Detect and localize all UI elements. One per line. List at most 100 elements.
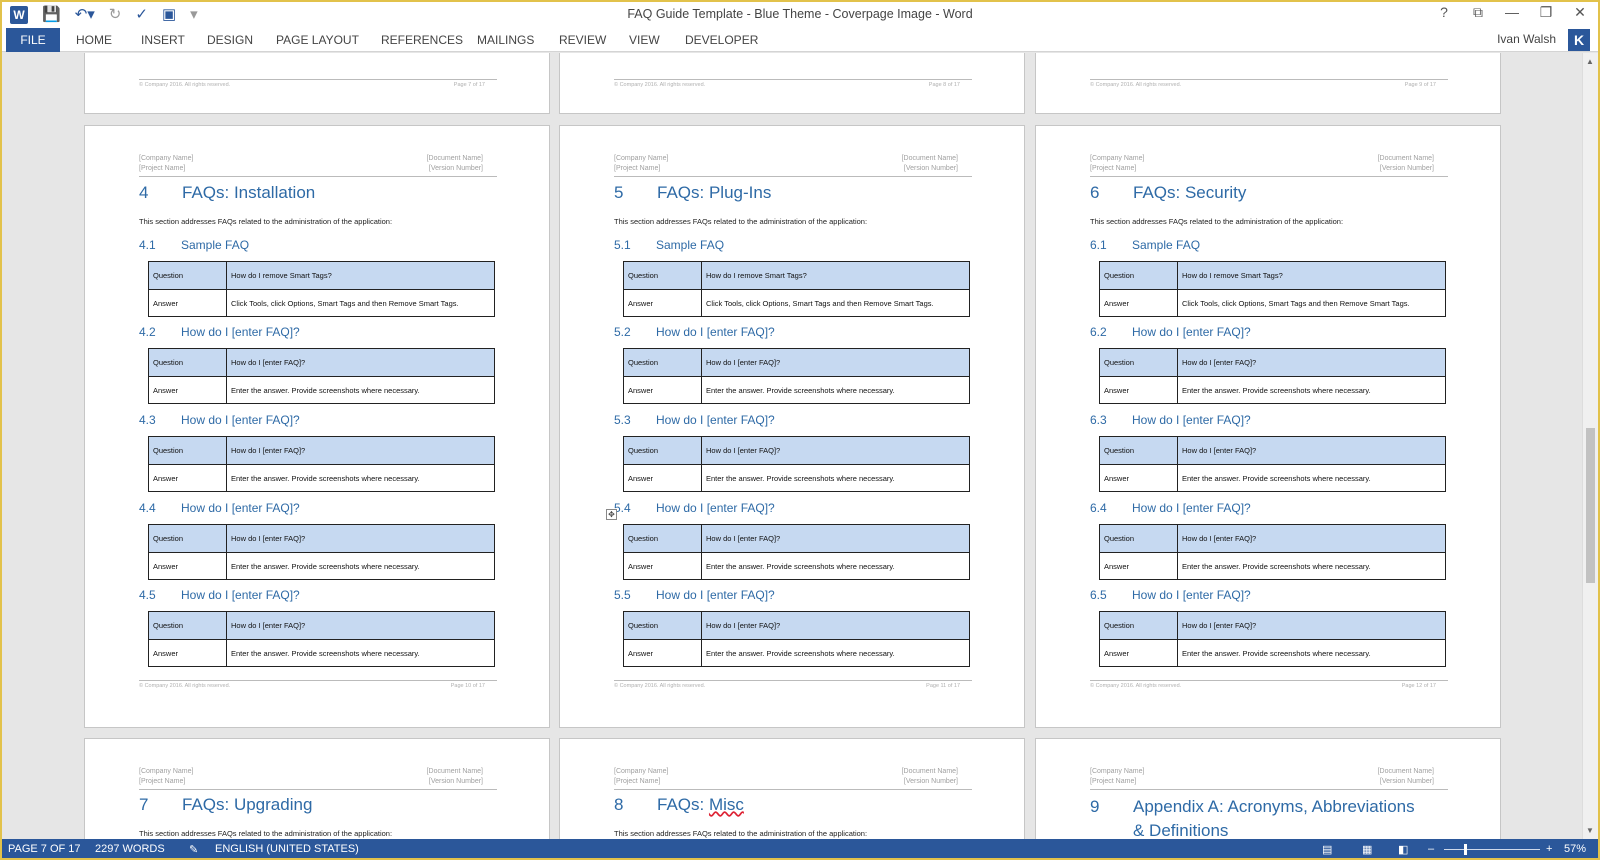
answer-row[interactable]: Answer Enter the answer. Provide screensh…	[149, 639, 494, 666]
faq-table[interactable]: Question How do I [enter FAQ]? Answer Enter…	[623, 436, 970, 492]
tab-insert[interactable]: INSERT	[141, 33, 185, 47]
question-row[interactable]: Question How do I [enter FAQ]?	[624, 525, 969, 552]
section-intro[interactable]: This section addresses FAQs related to t…	[1090, 217, 1343, 226]
faq-table[interactable]: Question How do I [enter FAQ]? Answer Enter…	[148, 348, 495, 404]
question-label[interactable]: Question	[149, 349, 227, 376]
faq-table[interactable]: Question How do I [enter FAQ]? Answer Enter…	[1099, 611, 1446, 667]
question-label[interactable]: Question	[149, 612, 227, 639]
faq-table[interactable]: Question How do I remove Smart Tags? Answe…	[623, 261, 970, 317]
answer-row[interactable]: Answer Enter the answer. Provide screensh…	[1100, 376, 1445, 403]
answer-label[interactable]: Answer	[1100, 377, 1178, 403]
question-label[interactable]: Question	[149, 437, 227, 464]
question-text[interactable]: How do I [enter FAQ]?	[702, 349, 969, 376]
answer-row[interactable]: Answer Click Tools, click Options, Smart …	[624, 289, 969, 316]
answer-label[interactable]: Answer	[624, 377, 702, 403]
question-text[interactable]: How do I [enter FAQ]?	[702, 437, 969, 464]
answer-label[interactable]: Answer	[149, 377, 227, 403]
answer-label[interactable]: Answer	[624, 290, 702, 316]
read-mode-icon[interactable]: ▤	[1322, 843, 1332, 856]
zoom-level[interactable]: 57%	[1564, 843, 1586, 855]
answer-label[interactable]: Answer	[149, 465, 227, 491]
answer-label[interactable]: Answer	[149, 640, 227, 666]
question-label[interactable]: Question	[1100, 349, 1178, 376]
answer-label[interactable]: Answer	[624, 640, 702, 666]
document-area[interactable]: © Company 2016. All rights reserved. Pag…	[2, 53, 1582, 839]
section-intro[interactable]: This section addresses FAQs related to t…	[614, 217, 867, 226]
answer-text[interactable]: Enter the answer. Provide screenshots wh…	[1178, 377, 1445, 403]
language-indicator[interactable]: ENGLISH (UNITED STATES)	[215, 843, 359, 855]
question-row[interactable]: Question How do I [enter FAQ]?	[624, 612, 969, 639]
section-heading[interactable]: 8 FAQs: Misc	[614, 795, 744, 815]
question-row[interactable]: Question How do I [enter FAQ]?	[1100, 525, 1445, 552]
scroll-down-icon[interactable]: ▼	[1586, 826, 1594, 835]
section-intro[interactable]: This section addresses FAQs related to t…	[614, 829, 867, 838]
faq-table[interactable]: Question How do I [enter FAQ]? Answer Enter…	[1099, 436, 1446, 492]
answer-label[interactable]: Answer	[1100, 465, 1178, 491]
faq-table[interactable]: Question How do I [enter FAQ]? Answer Enter…	[1099, 348, 1446, 404]
zoom-slider-thumb[interactable]	[1464, 844, 1467, 855]
close-icon[interactable]: ✕	[1570, 4, 1590, 21]
section-heading[interactable]: 7 FAQs: Upgrading	[139, 795, 312, 815]
faq-table[interactable]: Question How do I [enter FAQ]? Answer Enter…	[148, 611, 495, 667]
answer-label[interactable]: Answer	[624, 553, 702, 579]
faq-table[interactable]: Question How do I [enter FAQ]? Answer Enter…	[148, 524, 495, 580]
tab-view[interactable]: VIEW	[629, 33, 660, 47]
question-text[interactable]: How do I [enter FAQ]?	[227, 612, 494, 639]
question-text[interactable]: How do I [enter FAQ]?	[1178, 349, 1445, 376]
answer-row[interactable]: Answer Click Tools, click Options, Smart …	[149, 289, 494, 316]
answer-label[interactable]: Answer	[149, 553, 227, 579]
answer-row[interactable]: Answer Enter the answer. Provide screensh…	[149, 376, 494, 403]
question-text[interactable]: How do I remove Smart Tags?	[227, 262, 494, 289]
question-row[interactable]: Question How do I remove Smart Tags?	[624, 262, 969, 289]
tab-file[interactable]: FILE	[6, 28, 60, 52]
answer-text[interactable]: Enter the answer. Provide screenshots wh…	[702, 640, 969, 666]
section-heading[interactable]: 5 FAQs: Plug-Ins	[614, 183, 771, 203]
question-row[interactable]: Question How do I remove Smart Tags?	[1100, 262, 1445, 289]
question-text[interactable]: How do I remove Smart Tags?	[702, 262, 969, 289]
word-count[interactable]: 2297 WORDS	[95, 843, 165, 855]
question-label[interactable]: Question	[1100, 612, 1178, 639]
answer-row[interactable]: Answer Enter the answer. Provide screensh…	[624, 376, 969, 403]
answer-text[interactable]: Enter the answer. Provide screenshots wh…	[227, 553, 494, 579]
section-intro[interactable]: This section addresses FAQs related to t…	[139, 217, 392, 226]
subsection-heading[interactable]: 5.4 How do I [enter FAQ]?	[614, 501, 775, 515]
subsection-heading[interactable]: 4.2 How do I [enter FAQ]?	[139, 325, 300, 339]
answer-text[interactable]: Enter the answer. Provide screenshots wh…	[227, 377, 494, 403]
zoom-out-icon[interactable]: –	[1428, 843, 1434, 855]
subsection-heading[interactable]: 4.5 How do I [enter FAQ]?	[139, 588, 300, 602]
tab-mailings[interactable]: MAILINGS	[477, 33, 534, 47]
tab-review[interactable]: REVIEW	[559, 33, 606, 47]
section-heading[interactable]: 9 Appendix A: Acronyms, Abbreviations & De…	[1090, 795, 1415, 839]
avatar[interactable]: K	[1568, 29, 1590, 51]
ribbon-display-icon[interactable]: ⧉	[1468, 4, 1488, 21]
answer-label[interactable]: Answer	[149, 290, 227, 316]
question-row[interactable]: Question How do I [enter FAQ]?	[149, 349, 494, 376]
question-label[interactable]: Question	[1100, 437, 1178, 464]
section-heading[interactable]: 6 FAQs: Security	[1090, 183, 1246, 203]
question-text[interactable]: How do I [enter FAQ]?	[227, 437, 494, 464]
subsection-heading[interactable]: 5.3 How do I [enter FAQ]?	[614, 413, 775, 427]
answer-text[interactable]: Click Tools, click Options, Smart Tags a…	[1178, 290, 1445, 316]
page-indicator[interactable]: PAGE 7 OF 17	[8, 843, 81, 855]
subsection-heading[interactable]: 4.4 How do I [enter FAQ]?	[139, 501, 300, 515]
answer-text[interactable]: Enter the answer. Provide screenshots wh…	[702, 553, 969, 579]
subsection-heading[interactable]: 6.2 How do I [enter FAQ]?	[1090, 325, 1251, 339]
subsection-heading[interactable]: 6.4 How do I [enter FAQ]?	[1090, 501, 1251, 515]
answer-text[interactable]: Enter the answer. Provide screenshots wh…	[227, 640, 494, 666]
question-row[interactable]: Question How do I [enter FAQ]?	[1100, 437, 1445, 464]
zoom-in-icon[interactable]: +	[1546, 843, 1552, 855]
tab-design[interactable]: DESIGN	[207, 33, 253, 47]
question-label[interactable]: Question	[624, 437, 702, 464]
answer-label[interactable]: Answer	[1100, 290, 1178, 316]
answer-row[interactable]: Answer Enter the answer. Provide screensh…	[1100, 639, 1445, 666]
question-label[interactable]: Question	[624, 262, 702, 289]
section-intro[interactable]: This section addresses FAQs related to t…	[139, 829, 392, 838]
scroll-thumb[interactable]	[1586, 428, 1595, 583]
table-move-handle-icon[interactable]: ✥	[606, 509, 617, 520]
tab-page-layout[interactable]: PAGE LAYOUT	[276, 33, 359, 47]
web-layout-icon[interactable]: ◧	[1398, 843, 1408, 856]
tab-developer[interactable]: DEVELOPER	[685, 33, 758, 47]
answer-row[interactable]: Answer Enter the answer. Provide screensh…	[624, 639, 969, 666]
question-row[interactable]: Question How do I [enter FAQ]?	[624, 349, 969, 376]
subsection-heading[interactable]: 6.3 How do I [enter FAQ]?	[1090, 413, 1251, 427]
